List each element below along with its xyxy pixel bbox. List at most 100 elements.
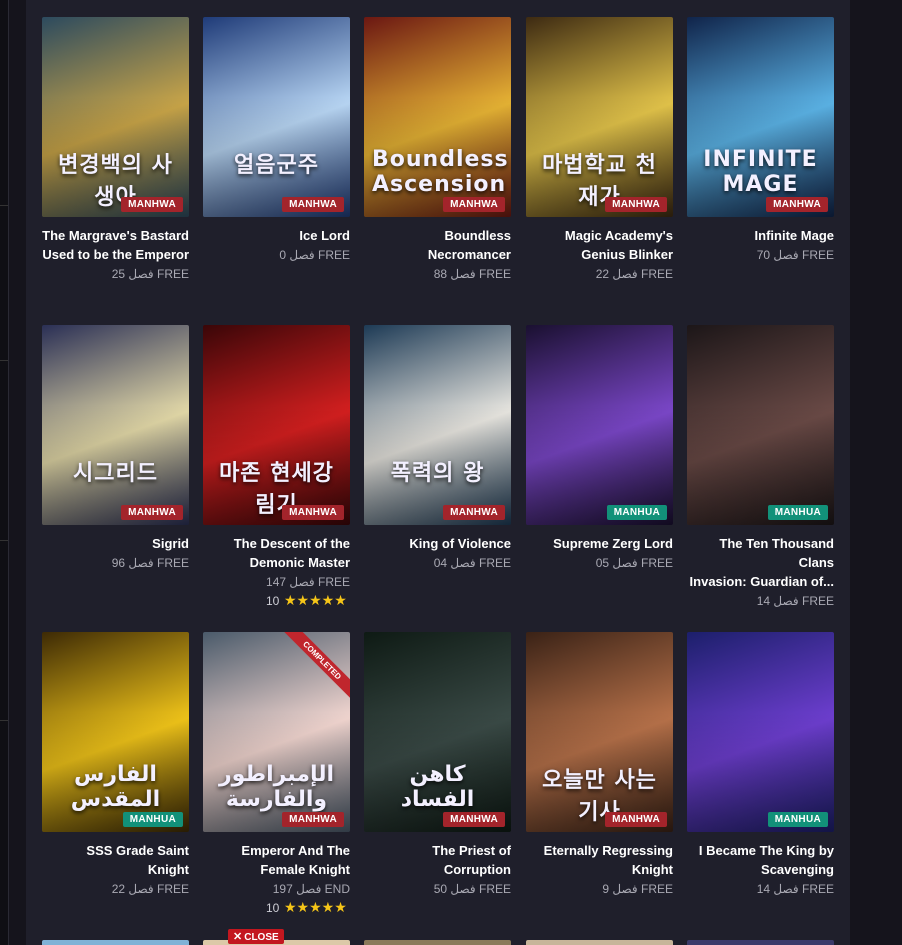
cover-title-art: INFINITE MAGE [703,147,818,197]
right-gutter [850,0,902,945]
close-label: CLOSE [244,932,279,943]
latest-chapter-link[interactable]: فصل 22 FREE [42,880,189,899]
series-title-line: Demonic Master [249,555,350,570]
series-card[interactable]: MANHUA The Ten Thousand Clans Invasion: Gu… [687,325,834,611]
latest-chapter-link[interactable]: فصل 0 FREE [203,246,350,265]
latest-chapter-link[interactable]: فصل 04 FREE [364,554,511,573]
series-title[interactable]: The Margrave's Bastard Used to be the Emp… [42,226,189,264]
latest-chapter-link[interactable]: فصل 70 FREE [687,246,834,265]
cover-image[interactable]: 마존 현세강림기 MANHWA [203,325,350,525]
series-title[interactable]: SSS Grade Saint Knight [42,841,189,879]
series-title[interactable]: Ice Lord [203,226,350,245]
type-badge: MANHWA [282,197,344,212]
series-card[interactable]: INFINITE MAGE MANHWA Infinite Mage فصل 70 F… [687,17,834,265]
series-title-line: Eternally Regressing [543,843,673,858]
cover-image[interactable]: 얼음군주 MANHWA [203,17,350,217]
series-title-line: Supreme Zerg Lord [553,536,673,551]
cover-image[interactable]: كاهن الفساد MANHWA [364,632,511,832]
series-title-line: Emperor And The [241,843,350,858]
latest-chapter-link[interactable]: فصل 05 FREE [526,554,673,573]
latest-chapter-link[interactable]: فصل 50 FREE [364,880,511,899]
series-title-line: Infinite Mage [754,228,834,243]
series-title[interactable]: Emperor And The Female Knight [203,841,350,879]
series-title[interactable]: Sigrid [42,534,189,553]
series-title-line: Scavenging [761,862,834,877]
next-row-cover-peek [526,940,673,945]
cover-image[interactable]: الإمبراطور والفارسة COMPLETED MANHWA [203,632,350,832]
close-icon: ✕ [233,931,243,943]
star-icons: ★★★★★ [284,592,347,608]
rating-score: 10 [266,901,280,915]
type-badge: MANHWA [766,197,828,212]
cover-image[interactable]: 마법학교 천재가 MANHWA [526,17,673,217]
latest-chapter-link[interactable]: فصل 22 FREE [526,265,673,284]
series-title-line: Invasion: Guardian of... [689,574,834,589]
latest-chapter-link[interactable]: فصل 147 FREE [203,573,350,592]
series-card[interactable]: الفارس المقدس MANHUA SSS Grade Saint Knigh… [42,632,189,899]
series-title[interactable]: Magic Academy's Genius Blinker [526,226,673,264]
cover-image[interactable]: INFINITE MAGE MANHWA [687,17,834,217]
series-title[interactable]: The Ten Thousand Clans Invasion: Guardian… [687,534,834,591]
latest-chapter-link[interactable]: فصل 88 FREE [364,265,511,284]
close-ad-button[interactable]: ✕ CLOSE [228,929,284,944]
cover-image[interactable]: 변경백의 사생아 MANHWA [42,17,189,217]
type-badge: MANHUA [767,505,828,520]
series-card[interactable]: 오늘만 사는 기사 MANHWA Eternally Regressing Knigh… [526,632,673,899]
series-title-line: Used to be the Emperor [42,247,189,262]
series-card[interactable]: Boundless Ascension MANHWA Boundless Necro… [364,17,511,284]
series-title[interactable]: The Descent of the Demonic Master [203,534,350,572]
cover-image[interactable]: MANHUA [687,325,834,525]
series-card[interactable]: 변경백의 사생아 MANHWA The Margrave's Bastard Used… [42,17,189,284]
latest-chapter-link[interactable]: فصل 25 FREE [42,265,189,284]
series-title[interactable]: Eternally Regressing Knight [526,841,673,879]
cover-title-art: 얼음군주 [234,153,319,178]
series-card[interactable]: 마존 현세강림기 MANHWA The Descent of the Demonic … [203,325,350,610]
cover-image[interactable]: 오늘만 사는 기사 MANHWA [526,632,673,832]
cover-image[interactable]: الفارس المقدس MANHUA [42,632,189,832]
series-title[interactable]: Infinite Mage [687,226,834,245]
cover-title-art: الفارس المقدس [70,762,161,812]
series-title[interactable]: Boundless Necromancer [364,226,511,264]
latest-chapter-link[interactable]: فصل 197 END [203,880,350,899]
star-icons: ★★★★★ [284,899,347,915]
cover-image[interactable]: 폭력의 왕 MANHWA [364,325,511,525]
series-title[interactable]: I Became The King by Scavenging [687,841,834,879]
cover-image[interactable]: Boundless Ascension MANHWA [364,17,511,217]
latest-chapter-link[interactable]: فصل 14 FREE [687,880,834,899]
series-title-line: The Descent of the [233,536,350,551]
series-card[interactable]: 시그리드 MANHWA Sigrid فصل 96 FREE [42,325,189,573]
rating: 10 ★★★★★ [203,592,350,610]
next-row-cover-peek [42,940,189,945]
series-title[interactable]: Supreme Zerg Lord [526,534,673,553]
series-card[interactable]: كاهن الفساد MANHWA The Priest of Corruptio… [364,632,511,899]
cover-title-art: 폭력의 왕 [390,461,485,486]
type-badge: MANHWA [605,812,667,827]
series-title-line: Female Knight [260,862,350,877]
series-card[interactable]: الإمبراطور والفارسة COMPLETED MANHWA Empero… [203,632,350,917]
type-badge: MANHWA [443,505,505,520]
cover-title-art: الإمبراطور والفارسة [218,762,335,812]
type-badge: MANHUA [122,812,183,827]
left-edge-strip [0,0,9,945]
latest-chapter-link[interactable]: فصل 14 FREE [687,592,834,611]
series-card[interactable]: MANHUA Supreme Zerg Lord فصل 05 FREE [526,325,673,573]
type-badge: MANHWA [121,197,183,212]
series-title-line: The Ten Thousand Clans [719,536,834,570]
series-card[interactable]: 마법학교 천재가 MANHWA Magic Academy's Genius Blin… [526,17,673,284]
series-title-line: The Margrave's Bastard [42,228,189,243]
series-card[interactable]: MANHUA I Became The King by Scavenging فصل … [687,632,834,899]
series-title[interactable]: King of Violence [364,534,511,553]
latest-chapter-link[interactable]: فصل 96 FREE [42,554,189,573]
cover-image[interactable]: 시그리드 MANHWA [42,325,189,525]
series-card[interactable]: 폭력의 왕 MANHWA King of Violence فصل 04 FREE [364,325,511,573]
rating-score: 10 [266,594,280,608]
series-title[interactable]: The Priest of Corruption [364,841,511,879]
cover-image[interactable]: MANHUA [526,325,673,525]
series-title-line: King of Violence [409,536,511,551]
cover-image[interactable]: MANHUA [687,632,834,832]
type-badge: MANHWA [443,812,505,827]
series-title-line: Ice Lord [299,228,350,243]
latest-chapter-link[interactable]: فصل 9 FREE [526,880,673,899]
series-card[interactable]: 얼음군주 MANHWA Ice Lord فصل 0 FREE [203,17,350,265]
type-badge: MANHUA [606,505,667,520]
